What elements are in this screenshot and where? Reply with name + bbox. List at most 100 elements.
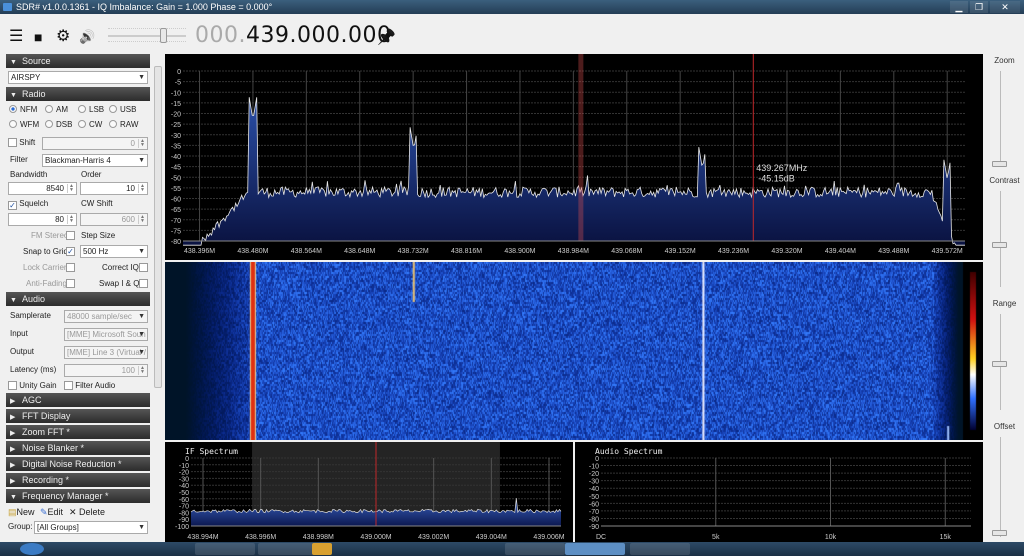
squelch-input[interactable]: 80 ▲ ▼ (8, 213, 77, 226)
lock-carrier-checkbox[interactable] (66, 263, 75, 272)
taskbar-item[interactable] (195, 543, 255, 555)
y-tick-label: -40 (589, 486, 599, 493)
audio-spectrum-panel[interactable]: Audio Spectrum0-10-20-30-40-50-60-70-80-… (575, 442, 983, 542)
order-label: Order (81, 170, 102, 179)
expand-arrow-icon: ▶ (10, 446, 16, 453)
speaker-icon[interactable]: 🔊 (79, 29, 95, 45)
contrast-slider[interactable] (1000, 191, 1001, 287)
mode-am-radio[interactable]: AM (45, 104, 68, 116)
squelch-checkbox[interactable]: ✓ Squelch (8, 198, 48, 210)
minimize-button[interactable]: ▁ (950, 1, 968, 13)
samplerate-select[interactable]: 48000 sample/sec ▼ (64, 310, 148, 323)
restore-button[interactable]: ❐ (970, 1, 988, 13)
start-button[interactable] (20, 543, 44, 555)
frequency-value: 439.000.000 (245, 23, 392, 48)
contrast-slider-thumb[interactable] (992, 242, 1007, 248)
panel-header-recording[interactable]: ▶ Recording * (6, 473, 150, 487)
audio-input-select[interactable]: [MME] Microsoft Soun ▼ (64, 328, 148, 341)
y-tick-label: -70 (171, 218, 181, 225)
mode-dsb-radio[interactable]: DSB (45, 119, 72, 131)
snap-to-grid-checkbox[interactable]: ✓ (66, 247, 75, 256)
dropdown-arrow-icon: ▼ (138, 313, 145, 320)
taskbar-item[interactable] (630, 543, 690, 555)
filter-label: Filter (10, 155, 28, 164)
volume-slider[interactable] (108, 35, 186, 37)
frequency-manager-header[interactable]: ▼ Frequency Manager * (6, 489, 150, 503)
left-panel-scrollbar[interactable] (153, 58, 163, 542)
panel-header-fft-display[interactable]: ▶ FFT Display (6, 409, 150, 423)
range-slider-thumb[interactable] (992, 361, 1007, 367)
new-icon: ▤ (8, 507, 17, 517)
volume-slider-thumb[interactable] (160, 28, 167, 43)
main-spectrum-analyzer[interactable]: 0 -5 -10 -15 -20 -25 -30 -35 -40 -45 -50 -55 -60 -65 -… (165, 54, 983, 260)
offset-slider-thumb[interactable] (992, 530, 1007, 536)
unity-gain-checkbox[interactable]: Unity Gain (8, 380, 57, 392)
y-tick-label: -50 (589, 494, 599, 501)
taskbar-item[interactable] (312, 543, 332, 555)
bandwidth-input[interactable]: 8540 ▲ ▼ (8, 182, 77, 195)
scrollbar-thumb[interactable] (154, 66, 162, 388)
zoom-slider[interactable] (1000, 71, 1001, 167)
mode-usb-radio[interactable]: USB (109, 104, 136, 116)
x-tick-label: 439.404M (825, 248, 856, 255)
display-sliders-panel: Zoom Contrast Range Offset (985, 54, 1024, 542)
menu-icon[interactable]: ☰ (9, 29, 23, 45)
source-header[interactable]: ▼ Source (6, 54, 150, 68)
filter-select[interactable]: Blackman-Harris 4 ▼ (42, 154, 148, 167)
taskbar-item[interactable] (258, 543, 318, 555)
radio-header[interactable]: ▼ Radio (6, 87, 150, 101)
taskbar-item[interactable] (565, 543, 625, 555)
audio-header[interactable]: ▼ Audio (6, 292, 150, 306)
window-titlebar: SDR# v1.0.0.1361 - IQ Imbalance: Gain = … (0, 0, 1024, 14)
if-spectrum-panel[interactable]: IF Spectrum0-10-20-30-40-50-60-70-80-90-… (165, 442, 573, 542)
stop-icon[interactable]: ■ (34, 29, 42, 45)
x-tick-label: 10k (825, 534, 837, 541)
y-tick-label: -35 (171, 143, 181, 150)
correct-iq-label: Correct IQ (102, 263, 139, 272)
shift-checkbox[interactable]: Shift (8, 137, 35, 149)
source-select[interactable]: AIRSPY ▼ (8, 71, 148, 84)
step-size-select[interactable]: 500 Hz ▼ (80, 245, 148, 258)
x-tick-label: 439.004M (476, 534, 507, 541)
cw-shift-input[interactable]: 600 ▲ ▼ (80, 213, 148, 226)
x-tick-label: 439.488M (878, 248, 909, 255)
mode-cw-radio[interactable]: CW (78, 119, 102, 131)
correct-iq-checkbox[interactable] (139, 263, 148, 272)
frequency-display[interactable]: 000.439.000.000 (195, 22, 391, 50)
expand-arrow-icon: ▶ (10, 414, 16, 421)
mode-raw-radio[interactable]: RAW (109, 119, 138, 131)
offset-slider[interactable] (1000, 437, 1001, 537)
y-tick-label: 0 (177, 69, 181, 76)
order-input[interactable]: 10 ▲ ▼ (80, 182, 148, 195)
mode-nfm-radio[interactable]: NFM (9, 104, 37, 116)
collapse-arrow-icon: ▼ (10, 297, 17, 304)
edit-button[interactable]: ✎Edit (40, 506, 63, 518)
swap-iq-checkbox[interactable] (139, 279, 148, 288)
pin-icon[interactable]: 📌 (377, 28, 396, 46)
gear-icon[interactable]: ⚙ (56, 29, 70, 45)
audio-output-select[interactable]: [MME] Line 3 (Virtual / ▼ (64, 346, 148, 359)
filter-audio-checkbox[interactable]: Filter Audio (64, 380, 115, 392)
anti-fading-checkbox[interactable] (66, 279, 75, 288)
mode-lsb-radio[interactable]: LSB (78, 104, 104, 116)
panel-header-noise-blanker[interactable]: ▶ Noise Blanker * (6, 441, 150, 455)
shift-input[interactable]: 0 ▲ ▼ (42, 137, 148, 150)
panel-header-digital-noise-reduction[interactable]: ▶ Digital Noise Reduction * (6, 457, 150, 471)
latency-label: Latency (ms) (10, 365, 57, 374)
anti-fading-label: Anti-Fading (26, 279, 67, 288)
spin-icon: ▲ ▼ (138, 366, 146, 375)
delete-button[interactable]: ✕ Delete (69, 506, 105, 518)
fm-stereo-checkbox[interactable] (66, 231, 75, 240)
zoom-slider-thumb[interactable] (992, 161, 1007, 167)
latency-input[interactable]: 100 ▲ ▼ (64, 364, 148, 377)
expand-arrow-icon: ▶ (10, 398, 16, 405)
panel-header-zoom-fft[interactable]: ▶ Zoom FFT * (6, 425, 150, 439)
taskbar-item[interactable] (505, 543, 565, 555)
delete-icon: ✕ (69, 507, 80, 517)
group-select[interactable]: [All Groups] ▼ (34, 521, 148, 534)
new-button[interactable]: ▤New (8, 506, 35, 518)
panel-header-agc[interactable]: ▶ AGC (6, 393, 150, 407)
close-button[interactable]: ✕ (990, 1, 1020, 13)
mode-wfm-radio[interactable]: WFM (9, 119, 39, 131)
waterfall-display[interactable] (165, 262, 983, 440)
